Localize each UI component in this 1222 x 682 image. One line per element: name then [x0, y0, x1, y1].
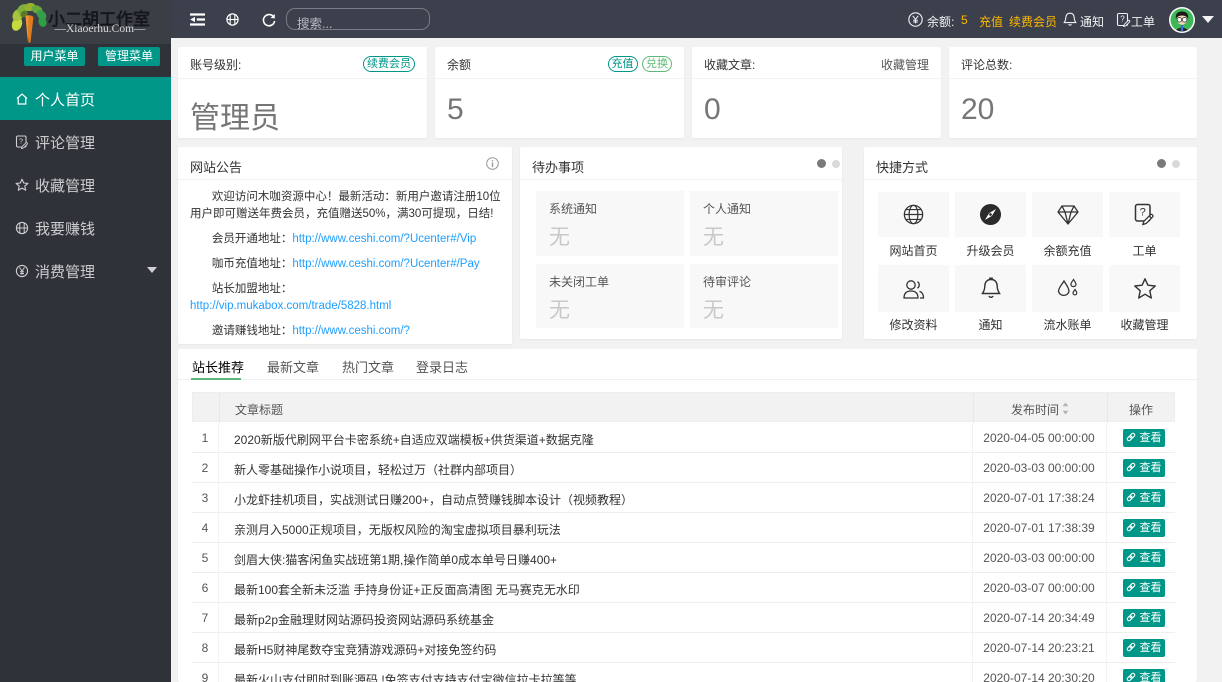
svg-text:?: ? [1140, 207, 1146, 219]
svg-text:?: ? [19, 137, 23, 146]
svg-text:?: ? [1120, 15, 1125, 24]
